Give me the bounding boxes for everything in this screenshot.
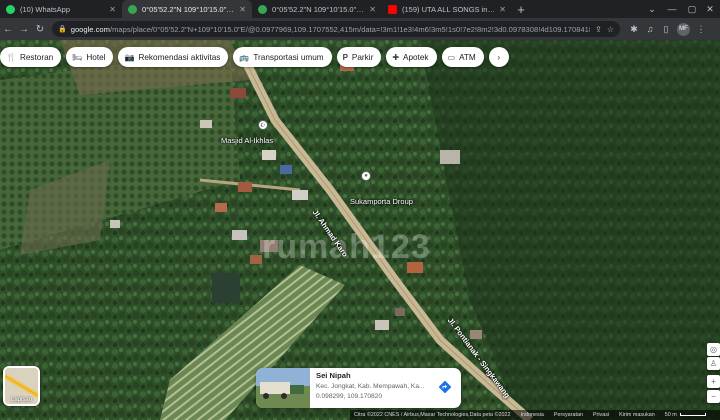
close-tab-icon[interactable]: ✕ — [499, 5, 506, 14]
directions-button[interactable] — [437, 379, 453, 395]
privacy-link[interactable]: Privasi — [593, 412, 609, 418]
attribution-bar: Citra ©2022 CNES / Airbus,Maxar Technolo… — [350, 410, 720, 420]
bus-icon: 🚌 — [239, 52, 250, 62]
chip-hotel[interactable]: 🛏 Hotel — [66, 47, 114, 67]
place-address: Kec. Jongkat, Kab. Mempawah, Ka... — [316, 383, 425, 390]
layers-label: Lapisan — [10, 397, 33, 403]
poi-label-mosque[interactable]: Masjid Al-Ikhlas — [221, 136, 273, 145]
feedback-link[interactable]: Kirim masukan — [619, 412, 655, 418]
satellite-map[interactable]: rumah123 ☪ Masjid Al-Ikhlas ● Sukamporta… — [0, 40, 720, 420]
media-icon[interactable]: ♫ — [642, 18, 658, 40]
chip-apotek[interactable]: ✚ Apotek — [386, 47, 437, 67]
place-title: Sei Nipah — [316, 371, 351, 380]
share-icon[interactable]: ⇪ — [595, 25, 602, 34]
lock-icon[interactable]: 🔒 — [58, 25, 67, 33]
maximize-button[interactable]: ▢ — [682, 0, 702, 18]
chip-label: Hotel — [86, 52, 106, 62]
chip-label: Parkir — [351, 52, 374, 62]
youtube-icon — [388, 4, 397, 14]
tab-youtube[interactable]: (159) UTA ALL SONGS in One ✕ — [382, 0, 512, 18]
place-coordinates: 0.098299, 109.170820 — [316, 393, 383, 400]
tab-strip: (10) WhatsApp ✕ 0°05'52.2"N 109°10'15.0"… — [0, 0, 720, 18]
address-bar[interactable]: 🔒 google.com/maps/place/0°05'52.2"N+109°… — [52, 21, 620, 37]
category-chips: 🍴 Restoran 🛏 Hotel 📷 Rekomendasi aktivit… — [0, 47, 509, 67]
pharmacy-icon: ✚ — [392, 52, 400, 62]
tab-google-maps-active[interactable]: 0°05'52.2"N 109°10'15.0"E - Google Maps … — [122, 0, 252, 18]
chip-label: ATM — [459, 52, 476, 62]
fork-knife-icon: 🍴 — [6, 52, 16, 62]
side-panel-icon[interactable]: ▯ — [658, 18, 674, 40]
layers-button[interactable]: Lapisan — [3, 366, 40, 406]
chip-restoran[interactable]: 🍴 Restoran — [0, 47, 62, 67]
zoom-in-button[interactable]: + — [707, 375, 720, 388]
chip-label: Transportasi umum — [253, 52, 324, 62]
chip-label: Restoran — [19, 52, 54, 62]
minimize-button[interactable]: — — [662, 0, 682, 18]
mosque-pin-icon[interactable]: ☪ — [258, 120, 268, 130]
tab-title: (10) WhatsApp — [20, 4, 71, 14]
place-pin-icon[interactable]: ● — [361, 171, 371, 181]
directions-icon — [439, 381, 451, 393]
menu-icon[interactable]: ⋮ — [693, 18, 709, 40]
avatar[interactable]: MF — [677, 22, 690, 36]
chip-transportasi-umum[interactable]: 🚌 Transportasi umum — [233, 47, 332, 67]
tab-whatsapp[interactable]: (10) WhatsApp ✕ — [0, 0, 122, 18]
chip-rekomendasi-aktivitas[interactable]: 📷 Rekomendasi aktivitas — [118, 47, 229, 67]
url-text[interactable]: google.com/maps/place/0°05'52.2"N+109°10… — [71, 25, 590, 34]
reload-icon[interactable]: ↻ — [32, 18, 48, 40]
chip-label: Rekomendasi aktivitas — [138, 52, 221, 62]
chip-parkir[interactable]: P Parkir — [336, 47, 382, 67]
maps-icon — [128, 4, 137, 14]
whatsapp-icon — [6, 4, 15, 14]
chip-label: Apotek — [403, 52, 429, 62]
close-tab-icon[interactable]: ✕ — [109, 5, 116, 14]
toolbar: ← → ↻ 🔒 google.com/maps/place/0°05'52.2"… — [0, 18, 720, 40]
chip-atm[interactable]: ▭ ATM — [441, 47, 484, 67]
country-label[interactable]: Indonesia — [520, 412, 543, 418]
atm-icon: ▭ — [447, 52, 456, 62]
zoom-out-button[interactable]: − — [707, 390, 720, 403]
street-view-pegman-icon[interactable]: ♙ — [707, 357, 720, 370]
terms-link[interactable]: Persyaratan — [554, 412, 583, 418]
my-location-icon[interactable]: ◎ — [707, 343, 720, 356]
poi-label-shop[interactable]: Sukamporta Droup — [350, 197, 413, 206]
tab-title: 0°05'52.2"N 109°10'15.0"E - Google Maps — [272, 4, 365, 14]
tab-title: (159) UTA ALL SONGS in One — [402, 4, 496, 14]
scale-bar[interactable]: 50 m — [665, 412, 706, 418]
maps-icon — [258, 4, 267, 14]
chevron-down-icon[interactable]: ⌄ — [642, 0, 662, 18]
bed-icon: 🛏 — [72, 52, 83, 62]
extensions-icon[interactable]: ✱ — [626, 18, 642, 40]
camera-icon: 📷 — [124, 52, 135, 62]
close-tab-icon[interactable]: ✕ — [239, 5, 246, 14]
new-tab-button[interactable]: + — [512, 0, 530, 18]
back-arrow-icon[interactable]: ← — [0, 18, 16, 40]
place-photo[interactable] — [256, 368, 310, 408]
imagery-credit: Citra ©2022 CNES / Airbus,Maxar Technolo… — [354, 412, 511, 418]
parking-icon: P — [342, 52, 348, 62]
star-icon[interactable]: ☆ — [607, 25, 614, 34]
close-tab-icon[interactable]: ✕ — [369, 5, 376, 14]
place-card[interactable]: Sei Nipah Kec. Jongkat, Kab. Mempawah, K… — [256, 368, 461, 408]
tab-title: 0°05'52.2"N 109°10'15.0"E - Google Maps — [142, 4, 235, 14]
tab-google-maps[interactable]: 0°05'52.2"N 109°10'15.0"E - Google Maps … — [252, 0, 382, 18]
forward-arrow-icon[interactable]: → — [16, 18, 32, 40]
close-window-button[interactable]: ✕ — [700, 0, 720, 18]
chips-next-button[interactable]: › — [488, 47, 509, 67]
